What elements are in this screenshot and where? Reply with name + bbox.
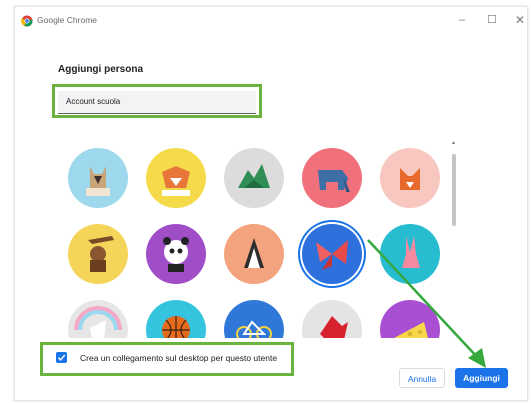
avatar-origami-bird[interactable]	[302, 300, 362, 338]
avatar-origami-fox-2[interactable]	[380, 148, 440, 208]
avatar-origami-panda[interactable]	[146, 224, 206, 284]
add-button[interactable]: Aggiungi	[455, 368, 508, 388]
scroll-thumb[interactable]	[452, 154, 456, 226]
avatar-origami-rabbit[interactable]	[380, 224, 440, 284]
maximize-button[interactable]: ☐	[481, 11, 503, 29]
avatar-origami-cat[interactable]	[68, 148, 128, 208]
highlight-box-name	[52, 84, 262, 118]
minimize-button[interactable]: –	[451, 11, 473, 29]
highlight-box-shortcut	[40, 342, 294, 376]
avatar-origami-elephant[interactable]	[302, 148, 362, 208]
avatar-grid	[60, 138, 456, 338]
avatar-origami-unicorn[interactable]	[68, 300, 128, 338]
avatar-origami-penguin[interactable]	[224, 224, 284, 284]
scroll-up-arrow-icon[interactable]: ▲	[451, 140, 456, 146]
avatar-origami-fox[interactable]	[146, 148, 206, 208]
title-bar: Google Chrome – ☐ ✕	[15, 7, 527, 35]
avatar-basketball[interactable]	[146, 300, 206, 338]
close-button[interactable]: ✕	[509, 11, 531, 29]
app-title: Google Chrome	[37, 15, 98, 25]
avatar-origami-dragon[interactable]	[224, 148, 284, 208]
avatar-origami-butterfly[interactable]	[302, 224, 362, 284]
avatar-origami-monkey[interactable]	[68, 224, 128, 284]
avatar-bicycle[interactable]	[224, 300, 284, 338]
avatar-cheese[interactable]	[380, 300, 440, 338]
dialog-title: Aggiungi persona	[58, 64, 143, 75]
avatar-scrollbar[interactable]: ▲ ▼	[450, 140, 458, 336]
scroll-down-arrow-icon[interactable]: ▼	[451, 330, 456, 336]
chrome-logo-icon	[21, 15, 33, 27]
cancel-button[interactable]: Annulla	[399, 368, 445, 388]
